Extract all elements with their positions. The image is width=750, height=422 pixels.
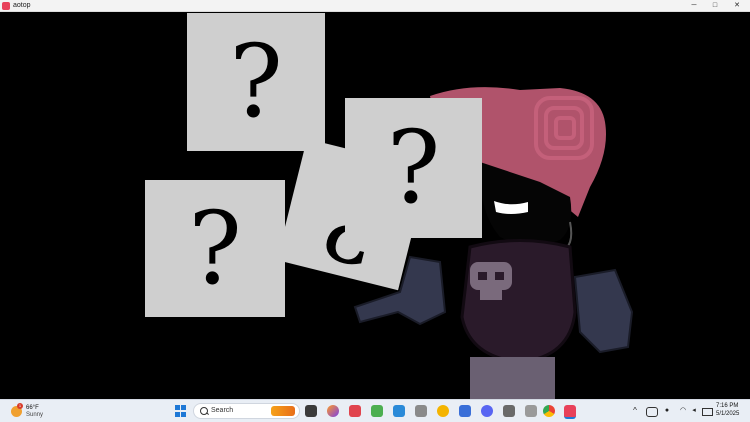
window-title-bar[interactable]: aotop ─ □ ✕ — [0, 0, 750, 12]
minecraft-icon[interactable] — [371, 405, 383, 417]
brave-icon[interactable] — [349, 405, 361, 417]
search-highlight-image — [271, 406, 295, 416]
onedrive-icon[interactable] — [646, 407, 658, 417]
close-button[interactable]: ✕ — [727, 0, 747, 12]
vscode-icon[interactable] — [393, 405, 405, 417]
search-placeholder: Search — [211, 407, 234, 414]
character-right-arm — [573, 268, 634, 354]
clock-date[interactable]: 5/1/2025 — [716, 411, 739, 417]
taskbar: 1 66°F Sunny Search ^ ● ◠ ◂ 7:16 PM 5/1/… — [0, 399, 750, 422]
weather-temperature: 66°F — [26, 405, 39, 411]
search-icon — [200, 407, 208, 415]
maximize-button[interactable]: □ — [705, 0, 725, 12]
volume-icon[interactable]: ◂ — [689, 405, 699, 417]
window-title: aotop — [13, 2, 31, 9]
minimize-button[interactable]: ─ — [684, 0, 704, 12]
start-button[interactable] — [175, 405, 187, 417]
weather-condition: Sunny — [26, 412, 44, 418]
clock-time[interactable]: 7:16 PM — [716, 403, 738, 409]
microphone-icon[interactable]: ● — [662, 405, 672, 417]
wifi-icon[interactable]: ◠ — [678, 405, 688, 417]
file-explorer-icon[interactable] — [305, 405, 317, 417]
question-mark-glyph: ? — [229, 23, 283, 140]
app-icon-generic[interactable] — [415, 405, 427, 417]
game-viewport[interactable]: ? ? ¿ ? — [0, 12, 750, 399]
chrome-dev-icon[interactable] — [437, 405, 449, 417]
mystery-card[interactable]: ? — [345, 98, 482, 238]
question-mark-glyph: ? — [386, 109, 441, 226]
battery-icon[interactable] — [702, 408, 713, 416]
weather-badge: 1 — [17, 403, 23, 409]
mystery-card[interactable]: ? — [187, 13, 325, 151]
windows-logo-icon — [175, 405, 180, 410]
mystery-card[interactable]: ? — [145, 180, 285, 317]
character-legs — [470, 357, 555, 399]
aotop-app-icon[interactable] — [564, 405, 576, 419]
question-mark-glyph: ? — [188, 189, 242, 307]
tray-chevron-icon[interactable]: ^ — [630, 405, 640, 417]
tool-icon[interactable] — [503, 405, 515, 417]
weather-widget[interactable]: 1 66°F Sunny — [8, 403, 68, 420]
character-body — [460, 239, 577, 364]
firefox-icon[interactable] — [327, 405, 339, 417]
chrome-icon[interactable] — [543, 405, 555, 417]
hair-bun — [534, 96, 594, 160]
chess-icon[interactable] — [525, 405, 537, 417]
app-icon — [2, 2, 10, 10]
discord-icon[interactable] — [481, 405, 493, 417]
search-box[interactable]: Search — [193, 403, 300, 419]
notepad-icon[interactable] — [459, 405, 471, 417]
